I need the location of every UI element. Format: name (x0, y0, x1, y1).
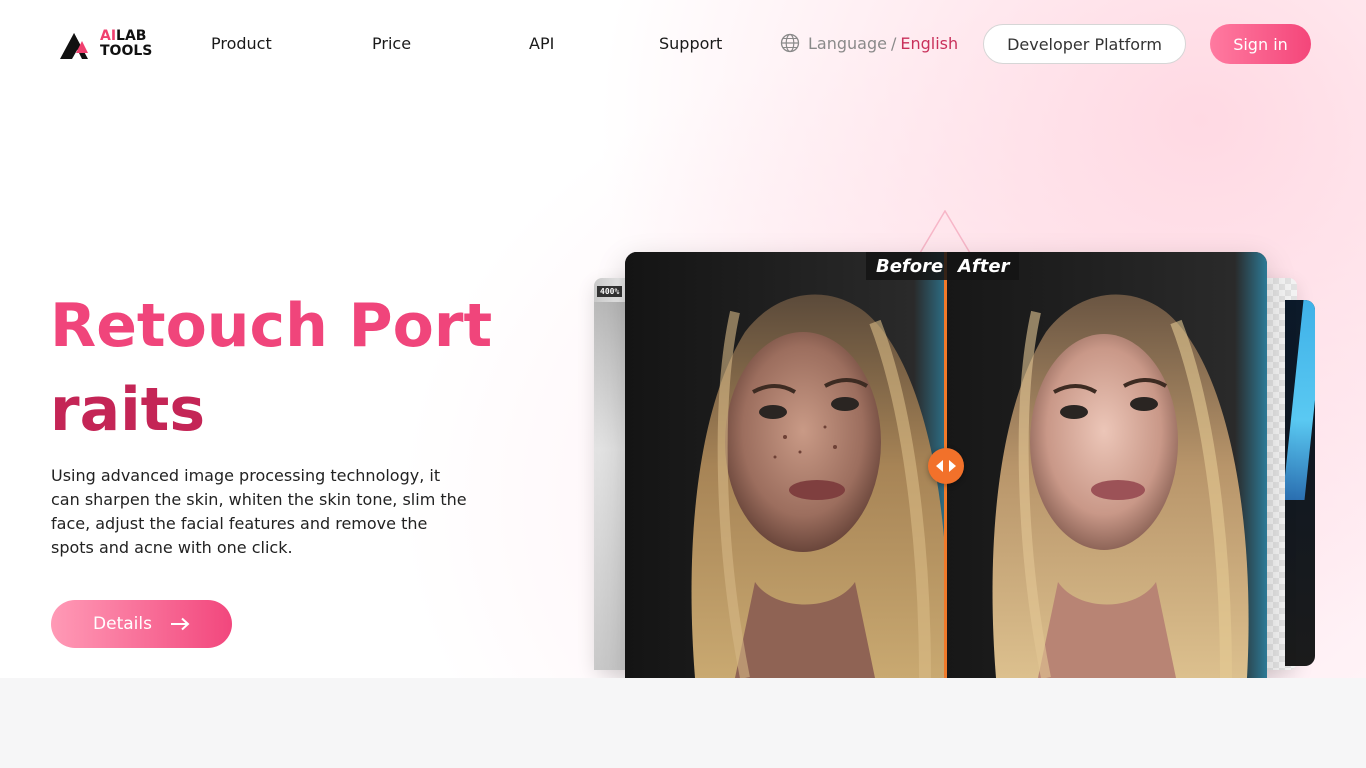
preview-card-right[interactable] (1285, 300, 1315, 666)
left-right-arrows-icon (936, 460, 956, 472)
nav-api[interactable]: API (529, 34, 554, 53)
language-selector[interactable]: Language / English (780, 33, 958, 53)
after-label: After (948, 252, 1020, 280)
language-current: English (900, 33, 959, 53)
hero-section: AILAB TOOLS Product Price API Support La… (0, 0, 1366, 678)
sign-in-button[interactable]: Sign in (1210, 24, 1311, 64)
decorative-triangle-icon (918, 210, 972, 254)
zoom-badge: 400% (597, 286, 623, 297)
page-title: Retouch Port raits (50, 284, 510, 452)
before-image (625, 252, 946, 678)
preview-card-right-image (1285, 300, 1315, 500)
page-title-line2: raits (50, 375, 206, 445)
portrait-after-image (946, 252, 1267, 678)
logo-text-lab: LAB (116, 28, 147, 44)
nav-price[interactable]: Price (372, 34, 411, 53)
logo-text: AILAB TOOLS (100, 29, 152, 59)
logo-text-tools: TOOLS (100, 43, 153, 59)
details-button[interactable]: Details (51, 600, 232, 648)
nav-support[interactable]: Support (659, 34, 722, 53)
portrait-before-image (625, 252, 946, 678)
developer-platform-button[interactable]: Developer Platform (983, 24, 1186, 64)
logo[interactable]: AILAB TOOLS (58, 26, 158, 62)
after-image (946, 252, 1267, 678)
logo-mark-icon (60, 33, 88, 59)
globe-icon (780, 33, 800, 53)
language-label: Language (808, 33, 887, 53)
details-button-label: Details (93, 614, 152, 634)
language-separator: / (890, 33, 897, 53)
nav-product[interactable]: Product (211, 34, 272, 53)
before-label: Before (866, 252, 954, 280)
comparison-slider-handle[interactable] (928, 448, 964, 484)
page-title-line1: Retouch Port (50, 291, 493, 361)
next-section-band (0, 678, 1366, 768)
hero-description: Using advanced image processing technolo… (51, 466, 467, 557)
logo-text-ai: AI (100, 28, 117, 44)
arrow-right-icon (170, 617, 190, 631)
before-after-comparison[interactable]: Before After (625, 252, 1267, 678)
